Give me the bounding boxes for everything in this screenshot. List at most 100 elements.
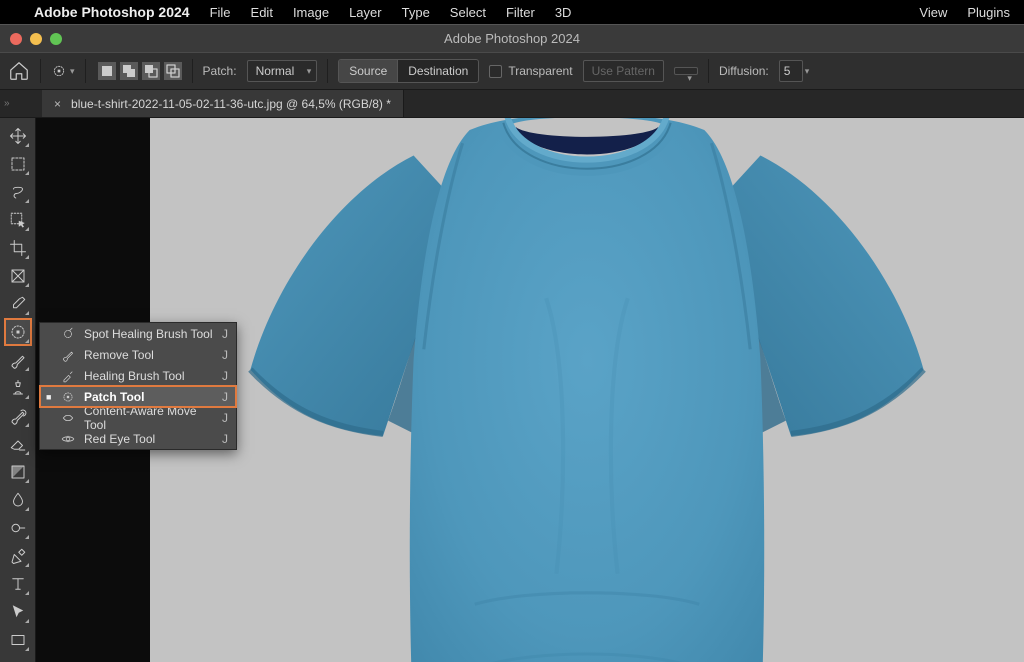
chevron-down-icon: ▾ [307, 66, 312, 77]
menu-edit[interactable]: Edit [251, 5, 273, 20]
menu-filter[interactable]: Filter [506, 5, 535, 20]
selection-intersect-icon[interactable] [164, 62, 182, 80]
window-title: Adobe Photoshop 2024 [444, 31, 580, 46]
remove-icon [60, 347, 76, 363]
menu-layer[interactable]: Layer [349, 5, 382, 20]
window-zoom-button[interactable] [50, 33, 62, 45]
menu-plugins[interactable]: Plugins [967, 5, 1010, 20]
content-aware-move-icon [60, 410, 76, 426]
diffusion-label: Diffusion: [719, 64, 769, 78]
flyout-item-label: Healing Brush Tool [84, 369, 214, 383]
flyout-item-shortcut: J [222, 348, 228, 362]
frame-tool[interactable] [6, 264, 30, 288]
selection-mode-buttons [98, 62, 182, 80]
flyout-red-eye[interactable]: Red Eye Tool J [40, 428, 236, 449]
object-selection-tool[interactable] [6, 208, 30, 232]
eraser-tool[interactable] [6, 432, 30, 456]
crop-tool[interactable] [6, 236, 30, 260]
menu-3d[interactable]: 3D [555, 5, 572, 20]
rectangle-tool[interactable] [6, 628, 30, 652]
chevron-down-icon: ▾ [805, 66, 810, 77]
window-titlebar: Adobe Photoshop 2024 [0, 24, 1024, 52]
current-tool-marker-icon: ■ [46, 392, 52, 402]
lasso-tool[interactable] [6, 180, 30, 204]
patch-icon [60, 389, 76, 405]
document-tab-label: blue-t-shirt-2022-11-05-02-11-36-utc.jpg… [71, 97, 391, 111]
healing-tools-flyout: Spot Healing Brush Tool J Remove Tool J … [39, 322, 237, 450]
chevron-down-icon: ▾ [687, 73, 692, 84]
divider [192, 59, 193, 83]
close-tab-icon[interactable]: × [54, 97, 61, 111]
menu-select[interactable]: Select [450, 5, 486, 20]
spot-healing-icon [60, 326, 76, 342]
tools-panel [0, 118, 36, 662]
flyout-remove[interactable]: Remove Tool J [40, 344, 236, 365]
gradient-tool[interactable] [6, 460, 30, 484]
flyout-content-aware-move[interactable]: Content-Aware Move Tool J [40, 407, 236, 428]
flyout-item-label: Content-Aware Move Tool [84, 404, 214, 432]
brush-tool[interactable] [6, 348, 30, 372]
flyout-healing-brush[interactable]: Healing Brush Tool J [40, 365, 236, 386]
flyout-item-shortcut: J [222, 411, 228, 425]
history-brush-tool[interactable] [6, 404, 30, 428]
divider [40, 59, 41, 83]
path-selection-tool[interactable] [6, 600, 30, 624]
window-close-button[interactable] [10, 33, 22, 45]
patch-mode-select[interactable]: Normal ▾ [247, 60, 318, 82]
flyout-item-shortcut: J [222, 327, 228, 341]
tshirt-image [220, 118, 954, 662]
menu-image[interactable]: Image [293, 5, 329, 20]
destination-button[interactable]: Destination [398, 60, 478, 82]
menu-view[interactable]: View [919, 5, 947, 20]
document-canvas[interactable] [150, 118, 1024, 662]
rectangular-marquee-tool[interactable] [6, 152, 30, 176]
red-eye-icon [60, 431, 76, 447]
flyout-item-shortcut: J [222, 390, 228, 404]
use-pattern-button: Use Pattern [583, 60, 664, 82]
tabstrip-grip-icon[interactable]: » [4, 98, 12, 109]
document-tabstrip: » × blue-t-shirt-2022-11-05-02-11-36-utc… [0, 90, 1024, 118]
checkbox-icon [489, 65, 502, 78]
divider [85, 59, 86, 83]
move-tool[interactable] [6, 124, 30, 148]
diffusion-stepper[interactable]: 5 ▾ [779, 60, 810, 82]
flyout-item-label: Patch Tool [84, 390, 214, 404]
dodge-tool[interactable] [6, 516, 30, 540]
options-bar: ▾ Patch: Normal ▾ Source Destination Tra… [0, 52, 1024, 90]
type-tool[interactable] [6, 572, 30, 596]
patch-mode-value: Normal [256, 64, 295, 78]
window-traffic-lights [10, 33, 62, 45]
pen-tool[interactable] [6, 544, 30, 568]
selection-subtract-icon[interactable] [142, 62, 160, 80]
flyout-item-label: Remove Tool [84, 348, 214, 362]
patch-tool[interactable] [6, 320, 30, 344]
source-destination-segment: Source Destination [338, 59, 479, 83]
selection-new-icon[interactable] [98, 62, 116, 80]
eyedropper-tool[interactable] [6, 292, 30, 316]
flyout-item-label: Spot Healing Brush Tool [84, 327, 214, 341]
menu-type[interactable]: Type [402, 5, 430, 20]
transparent-checkbox[interactable]: Transparent [489, 64, 572, 78]
selection-add-icon[interactable] [120, 62, 138, 80]
transparent-label: Transparent [508, 64, 572, 78]
flyout-item-label: Red Eye Tool [84, 432, 214, 446]
divider [708, 59, 709, 83]
chevron-down-icon: ▾ [70, 66, 75, 77]
divider [327, 59, 328, 83]
blur-tool[interactable] [6, 488, 30, 512]
pattern-picker: ▾ [674, 67, 698, 75]
diffusion-value[interactable]: 5 [779, 60, 803, 82]
window-minimize-button[interactable] [30, 33, 42, 45]
app-name[interactable]: Adobe Photoshop 2024 [34, 4, 190, 20]
home-button[interactable] [8, 60, 30, 82]
menu-file[interactable]: File [210, 5, 231, 20]
document-tab[interactable]: × blue-t-shirt-2022-11-05-02-11-36-utc.j… [42, 90, 404, 117]
flyout-item-shortcut: J [222, 432, 228, 446]
clone-stamp-tool[interactable] [6, 376, 30, 400]
flyout-spot-healing[interactable]: Spot Healing Brush Tool J [40, 323, 236, 344]
healing-brush-icon [60, 368, 76, 384]
macos-menubar: Adobe Photoshop 2024 File Edit Image Lay… [0, 0, 1024, 24]
tool-preset-picker[interactable]: ▾ [51, 63, 75, 79]
source-button[interactable]: Source [339, 60, 398, 82]
patch-label: Patch: [203, 64, 237, 78]
